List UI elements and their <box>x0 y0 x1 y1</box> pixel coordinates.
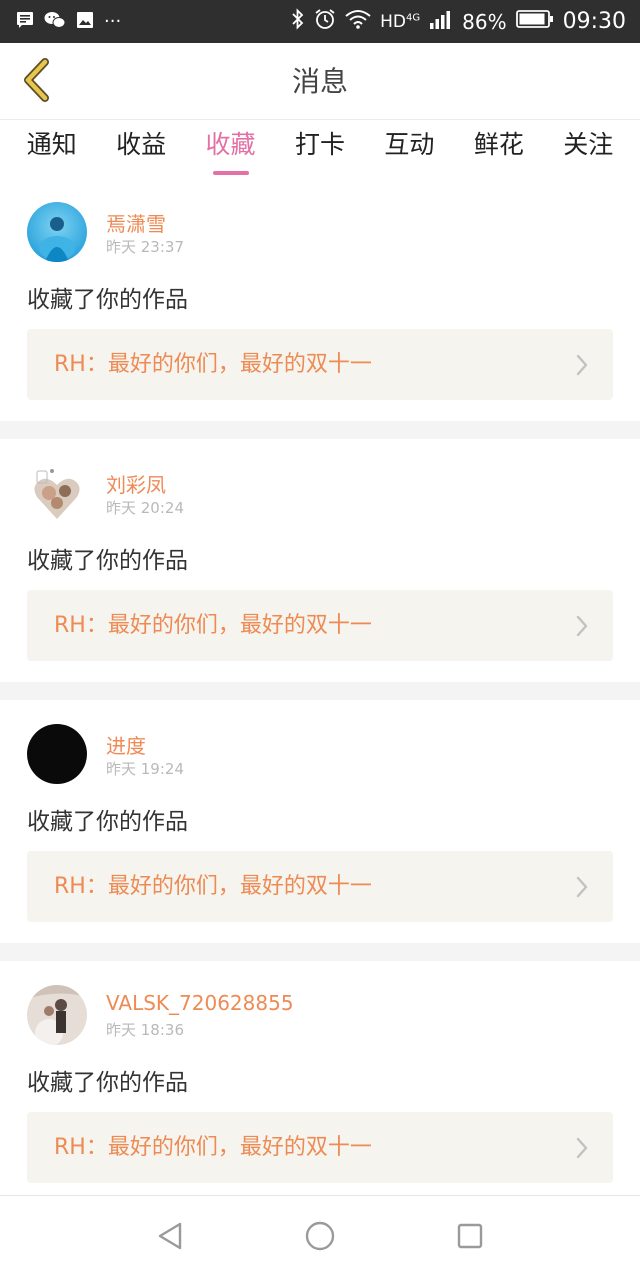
nav-back-button[interactable] <box>152 1220 188 1256</box>
tab-label: 收藏 <box>205 130 256 159</box>
work-title: RH：最好的你们，最好的双十一 <box>54 874 372 899</box>
tab-label: 通知 <box>26 130 77 159</box>
more-icon: ··· <box>104 11 122 32</box>
tab-interactions[interactable]: 互动 <box>365 120 454 178</box>
tab-earnings[interactable]: 收益 <box>96 120 185 178</box>
divider <box>0 682 640 700</box>
work-link[interactable]: RH：最好的你们，最好的双十一 <box>27 851 613 922</box>
username[interactable]: 进度 <box>106 730 146 759</box>
timestamp: 昨天 23:37 <box>106 238 184 256</box>
avatar[interactable] <box>27 202 87 262</box>
work-link[interactable]: RH：最好的你们，最好的双十一 <box>27 329 613 400</box>
tab-flowers[interactable]: 鲜花 <box>454 120 543 178</box>
message-list: 焉潇雪 昨天 23:37 收藏了你的作品 RH：最好的你们，最好的双十一 刘彩凤… <box>0 178 640 1204</box>
list-item: 刘彩凤 昨天 20:24 收藏了你的作品 RH：最好的你们，最好的双十一 <box>0 439 640 682</box>
list-item: 进度 昨天 19:24 收藏了你的作品 RH：最好的你们，最好的双十一 <box>0 700 640 943</box>
timestamp: 昨天 19:24 <box>106 760 184 778</box>
work-title: RH：最好的你们，最好的双十一 <box>54 352 372 377</box>
tab-label: 鲜花 <box>473 130 524 159</box>
tab-following[interactable]: 关注 <box>544 120 633 178</box>
tab-label: 收益 <box>116 130 167 159</box>
avatar[interactable] <box>27 463 87 523</box>
work-title: RH：最好的你们，最好的双十一 <box>54 613 372 638</box>
nav-recents-button[interactable] <box>452 1220 488 1256</box>
divider <box>0 421 640 439</box>
tab-label: 互动 <box>384 130 435 159</box>
tab-notifications[interactable]: 通知 <box>7 120 96 178</box>
clock: 09:30 <box>562 9 626 34</box>
wechat-icon <box>44 11 66 33</box>
avatar[interactable] <box>27 724 87 784</box>
page-title: 消息 <box>291 65 348 98</box>
tab-label: 打卡 <box>294 130 345 159</box>
status-notifications: ··· <box>16 0 121 43</box>
back-button[interactable] <box>12 57 60 107</box>
list-item: VALSK_720628855 昨天 18:36 收藏了你的作品 RH：最好的你… <box>0 961 640 1204</box>
nav-home-button[interactable] <box>302 1220 338 1256</box>
alarm-icon <box>314 8 336 35</box>
work-link[interactable]: RH：最好的你们，最好的双十一 <box>27 590 613 661</box>
divider <box>0 943 640 961</box>
battery-icon <box>515 9 554 34</box>
home-circle-icon <box>304 1220 336 1256</box>
title-bar: 消息 <box>0 43 640 120</box>
tab-label: 关注 <box>563 130 614 159</box>
active-tab-indicator <box>212 171 249 175</box>
action-text: 收藏了你的作品 <box>27 1070 188 1096</box>
action-text: 收藏了你的作品 <box>27 548 188 574</box>
work-link[interactable]: RH：最好的你们，最好的双十一 <box>27 1112 613 1183</box>
action-text: 收藏了你的作品 <box>27 287 188 313</box>
tab-bar: 通知 收益 收藏 打卡 互动 鲜花 关注 <box>0 120 640 178</box>
network-type: HD4G <box>380 11 421 32</box>
avatar[interactable] <box>27 985 87 1045</box>
action-text: 收藏了你的作品 <box>27 809 188 835</box>
tab-checkin[interactable]: 打卡 <box>275 120 364 178</box>
message-icon <box>16 11 34 33</box>
chevron-right-icon <box>575 1137 589 1159</box>
timestamp: 昨天 20:24 <box>106 499 184 517</box>
image-icon <box>76 11 94 33</box>
back-triangle-icon <box>156 1221 184 1255</box>
battery-percent: 86% <box>462 9 507 34</box>
username[interactable]: 焉潇雪 <box>106 208 166 237</box>
timestamp: 昨天 18:36 <box>106 1021 184 1039</box>
signal-icon <box>429 9 453 34</box>
chevron-left-icon <box>21 58 51 106</box>
status-bar: ··· HD4G 86% 09:30 <box>0 0 640 43</box>
chevron-right-icon <box>575 876 589 898</box>
username[interactable]: VALSK_720628855 <box>106 991 294 1015</box>
wifi-icon <box>345 9 371 34</box>
chevron-right-icon <box>575 615 589 637</box>
work-title: RH：最好的你们，最好的双十一 <box>54 1135 372 1160</box>
bluetooth-icon <box>291 8 305 35</box>
username[interactable]: 刘彩凤 <box>106 469 166 498</box>
chevron-right-icon <box>575 354 589 376</box>
system-nav-bar <box>0 1195 640 1280</box>
status-system: HD4G 86% 09:30 <box>291 0 626 43</box>
tab-favorites[interactable]: 收藏 <box>186 120 275 178</box>
list-item: 焉潇雪 昨天 23:37 收藏了你的作品 RH：最好的你们，最好的双十一 <box>0 178 640 421</box>
recents-square-icon <box>455 1221 485 1255</box>
